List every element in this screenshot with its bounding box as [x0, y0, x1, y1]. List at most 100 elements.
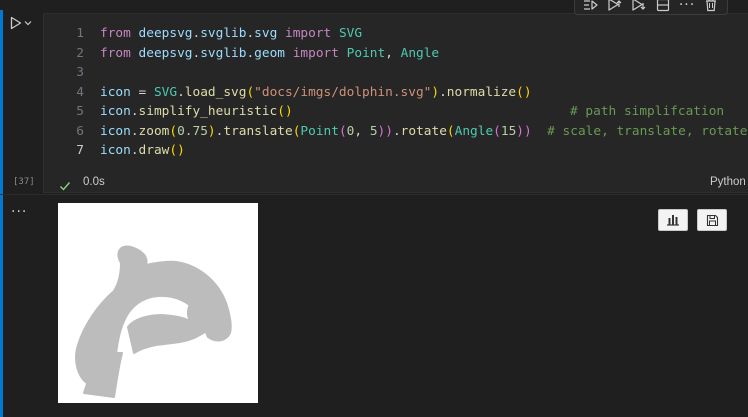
code-token: geom: [254, 45, 285, 61]
cell-toolbar: ···: [574, 0, 728, 15]
execute-below-icon[interactable]: [629, 0, 649, 13]
code-token: =: [130, 84, 154, 100]
code-token: .: [392, 123, 401, 139]
code-line[interactable]: 6 icon.zoom(0.75).translate(Point(0, 5)).…: [44, 122, 748, 142]
run-cell-button[interactable]: [10, 14, 40, 32]
code-token: (: [446, 123, 455, 139]
code-token: (: [493, 123, 501, 139]
code-token: ): [207, 123, 216, 139]
code-token: .: [246, 26, 255, 41]
code-token: .: [130, 104, 139, 119]
output-image: [58, 203, 258, 403]
code-token: (): [277, 104, 293, 119]
cell-divider: [0, 194, 748, 195]
code-text: icon.zoom(0.75).translate(Point(0, 5)).r…: [100, 122, 747, 142]
code-token: from: [100, 45, 131, 61]
code-token: zoom: [138, 123, 170, 139]
code-token: (: [246, 84, 255, 100]
code-line[interactable]: 7 icon.draw(): [44, 141, 748, 161]
code-token: (): [169, 143, 185, 158]
code-token: load_svg: [184, 84, 247, 100]
notebook-cell: 1 from deepsvg.svglib.svg import SVG 2 from…: [0, 0, 748, 417]
language-selector[interactable]: Python: [710, 176, 746, 188]
code-token: 15: [500, 123, 517, 139]
chart-icon[interactable]: [658, 209, 688, 231]
code-token: ,: [385, 45, 401, 61]
code-editor[interactable]: 1 from deepsvg.svglib.svg import SVG 2 from…: [43, 13, 748, 193]
code-token: )): [377, 123, 393, 139]
code-token: deepsvg: [138, 45, 193, 61]
code-token: # path simplifcation: [570, 104, 725, 119]
code-token: .: [439, 84, 447, 100]
code-text: icon = SVG.load_svg("docs/imgs/dolphin.s…: [100, 83, 532, 103]
run-icon[interactable]: [10, 16, 22, 30]
code-token: draw: [138, 143, 170, 158]
code-token: .: [246, 45, 255, 61]
code-token: )): [516, 123, 532, 139]
code-token: svglib: [200, 26, 247, 41]
execution-count: [37]: [13, 177, 35, 187]
code-token: ): [431, 84, 440, 100]
chevron-down-icon[interactable]: [24, 20, 32, 26]
line-number: 3: [76, 65, 84, 80]
execution-time: 0.0s: [83, 176, 105, 188]
code-token: (: [169, 123, 178, 139]
code-line[interactable]: 5 icon.simplify_heuristic() # path simpli…: [44, 102, 748, 122]
code-token: rotate: [400, 123, 447, 139]
code-token: SVG: [338, 26, 363, 41]
code-token: .: [130, 123, 139, 139]
line-number: 4: [76, 84, 84, 100]
code-token: 0.75: [177, 123, 208, 139]
code-token: 5: [369, 123, 378, 139]
code-token: from: [100, 26, 131, 41]
code-token: import: [285, 26, 332, 41]
line-number: 1: [76, 26, 84, 41]
code-line[interactable]: 3: [44, 63, 748, 83]
output-more-icon[interactable]: ...: [11, 201, 27, 215]
dolphin-image: [75, 245, 232, 398]
code-token: (): [516, 84, 532, 100]
execute-above-icon[interactable]: [605, 0, 625, 13]
code-text: icon.draw(): [100, 141, 185, 161]
code-line[interactable]: 2 from deepsvg.svglib.geom import Point, …: [44, 44, 748, 64]
code-token: simplify_heuristic: [138, 104, 278, 119]
code-line[interactable]: 1 from deepsvg.svglib.svg import SVG: [44, 24, 748, 44]
line-number: 2: [76, 45, 84, 61]
code-token: "docs/imgs/dolphin.svg": [254, 84, 432, 100]
code-line[interactable]: 4 icon = SVG.load_svg("docs/imgs/dolphin.…: [44, 83, 748, 103]
run-by-line-icon[interactable]: [581, 0, 601, 13]
code-text: icon.simplify_heuristic() # path simplif…: [100, 102, 724, 122]
code-text: from deepsvg.svglib.svg import SVG: [100, 24, 362, 44]
code-token: normalize: [446, 84, 517, 100]
code-token: Point: [300, 123, 339, 139]
code-token: Point: [346, 45, 386, 61]
delete-icon[interactable]: [701, 0, 721, 13]
save-icon[interactable]: [697, 209, 727, 231]
code-lines: 1 from deepsvg.svglib.svg import SVG 2 from…: [44, 24, 748, 161]
code-token: svg: [254, 26, 278, 41]
code-token: deepsvg: [138, 26, 193, 41]
code-token: icon: [100, 143, 131, 158]
code-token: ,: [354, 123, 370, 139]
code-token: translate: [223, 123, 293, 139]
code-token: svglib: [200, 45, 247, 61]
code-token: icon: [100, 84, 131, 100]
code-token: Angle: [400, 45, 440, 61]
line-number: 5: [76, 104, 84, 119]
output-focus-indicator: [0, 198, 3, 417]
code-token: .: [130, 143, 139, 158]
line-number: 6: [76, 123, 84, 139]
code-token: # scale, translate, rotate: [547, 123, 748, 139]
more-icon[interactable]: ···: [677, 0, 697, 13]
line-number: 7: [76, 143, 84, 158]
code-token: import: [292, 45, 339, 61]
code-text: from deepsvg.svglib.geom import Point, A…: [100, 44, 439, 64]
split-cell-icon[interactable]: [653, 0, 673, 13]
